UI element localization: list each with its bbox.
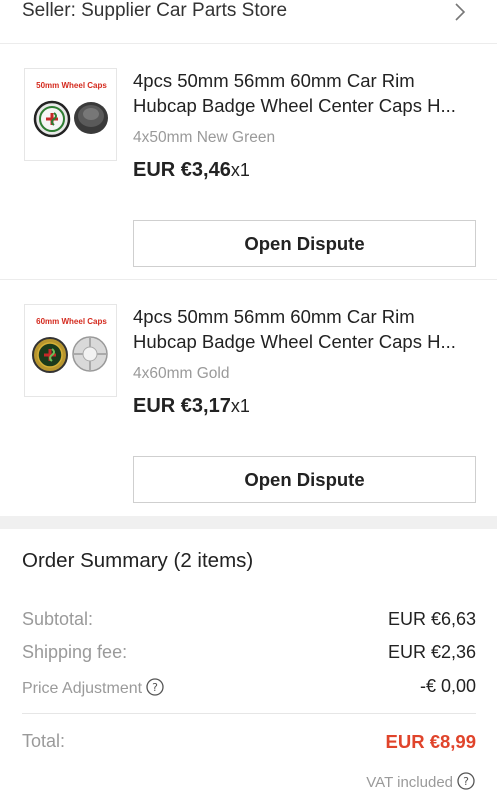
help-icon[interactable]: ? [146, 678, 164, 696]
shipping-value: EUR €2,36 [387, 642, 476, 662]
order-summary-title: Order Summary (2 items) [22, 549, 254, 572]
help-icon[interactable]: ? [457, 772, 475, 790]
total-row: Total: EUR €8,99 [22, 731, 476, 755]
price-adjustment-label: Price Adjustment [22, 680, 143, 697]
product-title[interactable]: 4pcs 50mm 56mm 60mm Car Rim Hubcap Badge… [133, 68, 473, 118]
product-thumbnail[interactable]: 60mm Wheel Caps [24, 304, 117, 397]
subtotal-label: Subtotal: [22, 609, 94, 629]
price-adjustment-row: Price Adjustment? -€ 0,00 [22, 676, 476, 700]
chevron-right-icon[interactable] [451, 0, 469, 24]
order-item: 50mm Wheel Caps 4pcs 50mm 56mm 60mm Car … [0, 44, 497, 280]
product-price: EUR €3,17 [133, 395, 231, 417]
price-adjustment-label-group: Price Adjustment? [22, 678, 164, 698]
product-title-line-2: Hubcap Badge Wheel Center Caps H... [133, 95, 456, 116]
price-row: EUR €3,17x1 [133, 395, 250, 418]
vat-note: VAT included? [366, 772, 475, 791]
product-title-line-1: 4pcs 50mm 56mm 60mm Car Rim [133, 306, 415, 327]
price-adjustment-value: -€ 0,00 [419, 676, 476, 696]
product-title-line-1: 4pcs 50mm 56mm 60mm Car Rim [133, 70, 415, 91]
wheel-cap-image [33, 100, 108, 138]
shipping-row: Shipping fee: EUR €2,36 [22, 642, 476, 666]
product-quantity: x1 [230, 160, 250, 180]
open-dispute-button[interactable]: Open Dispute [133, 220, 476, 267]
vat-label: VAT included [366, 774, 453, 791]
section-divider [0, 516, 497, 529]
summary-divider [22, 713, 476, 714]
product-title[interactable]: 4pcs 50mm 56mm 60mm Car Rim Hubcap Badge… [133, 304, 473, 354]
svg-text:?: ? [152, 681, 158, 694]
product-variant: 4x50mm New Green [133, 129, 276, 146]
product-price: EUR €3,46 [133, 159, 231, 181]
product-title-line-2: Hubcap Badge Wheel Center Caps H... [133, 331, 456, 352]
open-dispute-button[interactable]: Open Dispute [133, 456, 476, 503]
subtotal-value: EUR €6,63 [387, 609, 476, 629]
seller-bar[interactable]: Seller: Supplier Car Parts Store [0, 0, 497, 44]
product-quantity: x1 [230, 396, 250, 416]
total-label: Total: [22, 731, 66, 751]
order-item: 60mm Wheel Caps 4pcs 50mm 56mm 60mm Car … [0, 280, 497, 516]
seller-name: Seller: Supplier Car Parts Store [22, 0, 288, 21]
product-variant: 4x60mm Gold [133, 365, 230, 382]
wheel-cap-image [32, 336, 108, 373]
shipping-label: Shipping fee: [22, 642, 128, 662]
svg-text:?: ? [463, 775, 469, 788]
subtotal-row: Subtotal: EUR €6,63 [22, 609, 476, 633]
total-value: EUR €8,99 [385, 731, 477, 752]
product-thumbnail[interactable]: 50mm Wheel Caps [24, 68, 117, 161]
price-row: EUR €3,46x1 [133, 159, 250, 182]
